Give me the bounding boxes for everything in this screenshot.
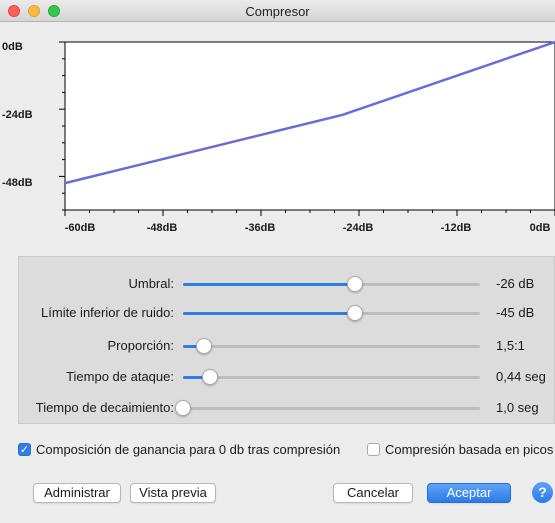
x-tick-label: -36dB — [244, 222, 276, 234]
slider-thumb[interactable] — [195, 338, 212, 354]
threshold-label: Umbral: — [128, 276, 174, 291]
x-tick-label: 0dB — [529, 222, 551, 234]
attack-time-row: Tiempo de ataque: 0,44 seg — [0, 366, 555, 388]
ok-button[interactable]: Aceptar — [427, 483, 511, 503]
noise-floor-row: Límite inferior de ruido: -45 dB — [0, 302, 555, 324]
ratio-value: 1,5:1 — [496, 338, 525, 353]
compression-curve-chart: 0dB -24dB -48dB -60dB -48dB -36dB -24dB … — [0, 22, 555, 244]
y-tick-label: -48dB — [2, 177, 33, 189]
ratio-row: Proporción: 1,5:1 — [0, 335, 555, 357]
attack-time-label: Tiempo de ataque: — [66, 369, 174, 384]
y-tick-label: 0dB — [2, 41, 23, 53]
noise-floor-value: -45 dB — [496, 305, 535, 320]
threshold-row: Umbral: -26 dB — [0, 273, 555, 295]
chart-svg — [59, 40, 555, 216]
makeup-gain-label: Composición de ganancia para 0 db tras c… — [36, 442, 341, 457]
threshold-value: -26 dB — [496, 276, 535, 291]
peak-based-checkbox[interactable] — [367, 443, 380, 456]
attack-time-value: 0,44 seg — [496, 369, 546, 384]
y-tick-label: -24dB — [2, 109, 33, 121]
title-bar: Compresor — [0, 0, 555, 22]
ratio-slider[interactable] — [183, 338, 480, 354]
makeup-gain-checkbox[interactable]: ✓ — [18, 443, 31, 456]
window-title: Compresor — [245, 4, 310, 19]
slider-thumb[interactable] — [201, 369, 218, 385]
threshold-slider[interactable] — [183, 276, 480, 292]
release-time-row: Tiempo de decaimiento: 1,0 seg — [0, 397, 555, 419]
preview-button[interactable]: Vista previa — [130, 483, 216, 503]
slider-thumb[interactable] — [175, 400, 191, 416]
x-tick-label: -60dB — [64, 222, 96, 234]
release-time-value: 1,0 seg — [496, 400, 539, 415]
release-time-label: Tiempo de decaimiento: — [35, 400, 174, 415]
help-icon[interactable]: ? — [532, 482, 553, 503]
x-tick-label: -48dB — [146, 222, 178, 234]
x-tick-label: -24dB — [342, 222, 374, 234]
peak-based-label: Compresión basada en picos — [385, 442, 554, 457]
noise-floor-slider[interactable] — [183, 305, 480, 321]
slider-thumb[interactable] — [347, 276, 364, 292]
ratio-label: Proporción: — [107, 338, 174, 353]
manage-button[interactable]: Administrar — [33, 483, 121, 503]
cancel-button[interactable]: Cancelar — [333, 483, 413, 503]
attack-time-slider[interactable] — [183, 369, 480, 385]
noise-floor-label: Límite inferior de ruido: — [41, 305, 174, 320]
x-tick-label: -12dB — [440, 222, 472, 234]
release-time-slider[interactable] — [175, 400, 480, 416]
slider-thumb[interactable] — [347, 305, 364, 321]
